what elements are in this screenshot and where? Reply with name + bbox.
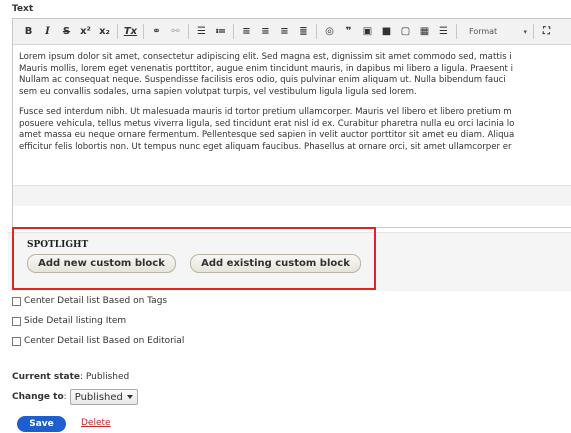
checkbox-row[interactable]: Side Detail listing Item	[12, 316, 126, 326]
delete-link[interactable]: Delete	[81, 418, 111, 428]
current-state-value: Published	[85, 372, 130, 382]
strikethrough-icon[interactable]: S	[59, 24, 74, 39]
horizontal-rule-icon[interactable]: ☰	[436, 24, 451, 39]
toolbar-separator	[188, 24, 189, 39]
format-dropdown[interactable]: Format ▾	[466, 24, 530, 39]
toolbar-separator	[533, 24, 534, 39]
text-field-label: Text	[12, 4, 34, 14]
checkbox-row[interactable]: Center Detail list Based on Tags	[12, 296, 167, 306]
table-icon[interactable]: ▦	[417, 24, 432, 39]
align-right-icon[interactable]: ≡	[277, 24, 292, 39]
toolbar-separator	[316, 24, 317, 39]
format-dropdown-label: Format	[469, 27, 498, 36]
blockquote-icon[interactable]: ❞	[341, 24, 356, 39]
checkbox-label: Side Detail listing Item	[24, 316, 127, 326]
editor-toolbar: B I S x² x₂ Tx ⚭ ⚯ ☰ ≔ ≡ ≡ ≡ ≣ ◎ ❞ ▣ ■ ▢…	[13, 19, 571, 45]
superscript-icon[interactable]: x²	[78, 24, 93, 39]
toolbar-separator	[143, 24, 144, 39]
rich-text-editor[interactable]: B I S x² x₂ Tx ⚭ ⚯ ☰ ≔ ≡ ≡ ≡ ≣ ◎ ❞ ▣ ■ ▢…	[12, 18, 571, 228]
chevron-down-icon	[126, 395, 133, 399]
subscript-icon[interactable]: x₂	[97, 24, 112, 39]
change-to-select[interactable]: Published	[69, 389, 138, 405]
highlight-box	[12, 227, 376, 290]
justify-icon[interactable]: ≣	[296, 24, 311, 39]
link-icon[interactable]: ⚭	[149, 24, 164, 39]
checkbox[interactable]	[12, 296, 21, 306]
editor-content[interactable]: Lorem ipsum dolor sit amet, consectetur …	[19, 52, 571, 162]
align-center-icon[interactable]: ≡	[258, 24, 273, 39]
bulleted-list-icon[interactable]: ☰	[194, 24, 209, 39]
media-icon[interactable]: ■	[379, 24, 394, 39]
checkbox[interactable]	[12, 336, 21, 346]
maximize-icon[interactable]: ⛶	[539, 24, 554, 39]
unlink-icon[interactable]: ⚯	[168, 24, 183, 39]
align-left-icon[interactable]: ≡	[239, 24, 254, 39]
current-state: Current state: Published	[12, 372, 130, 382]
chevron-down-icon: ▾	[523, 27, 527, 36]
image-icon[interactable]: ▣	[360, 24, 375, 39]
toolbar-separator	[456, 24, 457, 39]
change-to-value: Published	[74, 391, 123, 403]
paragraph-2: Fusce sed interdum nibh. Ut malesuada ma…	[19, 107, 515, 152]
checkbox[interactable]	[12, 316, 21, 326]
toolbar-separator	[117, 24, 118, 39]
editor-status-band	[13, 185, 571, 207]
change-to-label: Change to	[12, 392, 64, 402]
editor-resize-area[interactable]	[13, 206, 571, 226]
change-to-row: Change to: Published	[12, 389, 138, 405]
bold-icon[interactable]: B	[21, 24, 36, 39]
current-state-label: Current state	[12, 372, 80, 382]
checkbox-label: Center Detail list Based on Editorial	[24, 336, 185, 346]
checkbox-row[interactable]: Center Detail list Based on Editorial	[12, 336, 184, 346]
template-icon[interactable]: ▢	[398, 24, 413, 39]
checkbox-label: Center Detail list Based on Tags	[24, 296, 168, 306]
toolbar-separator	[233, 24, 234, 39]
remove-format-icon[interactable]: Tx	[123, 24, 138, 39]
italic-icon[interactable]: I	[40, 24, 55, 39]
globe-icon[interactable]: ◎	[322, 24, 337, 39]
save-button[interactable]: Save	[17, 416, 66, 432]
paragraph-1: Lorem ipsum dolor sit amet, consectetur …	[19, 52, 514, 97]
numbered-list-icon[interactable]: ≔	[213, 24, 228, 39]
